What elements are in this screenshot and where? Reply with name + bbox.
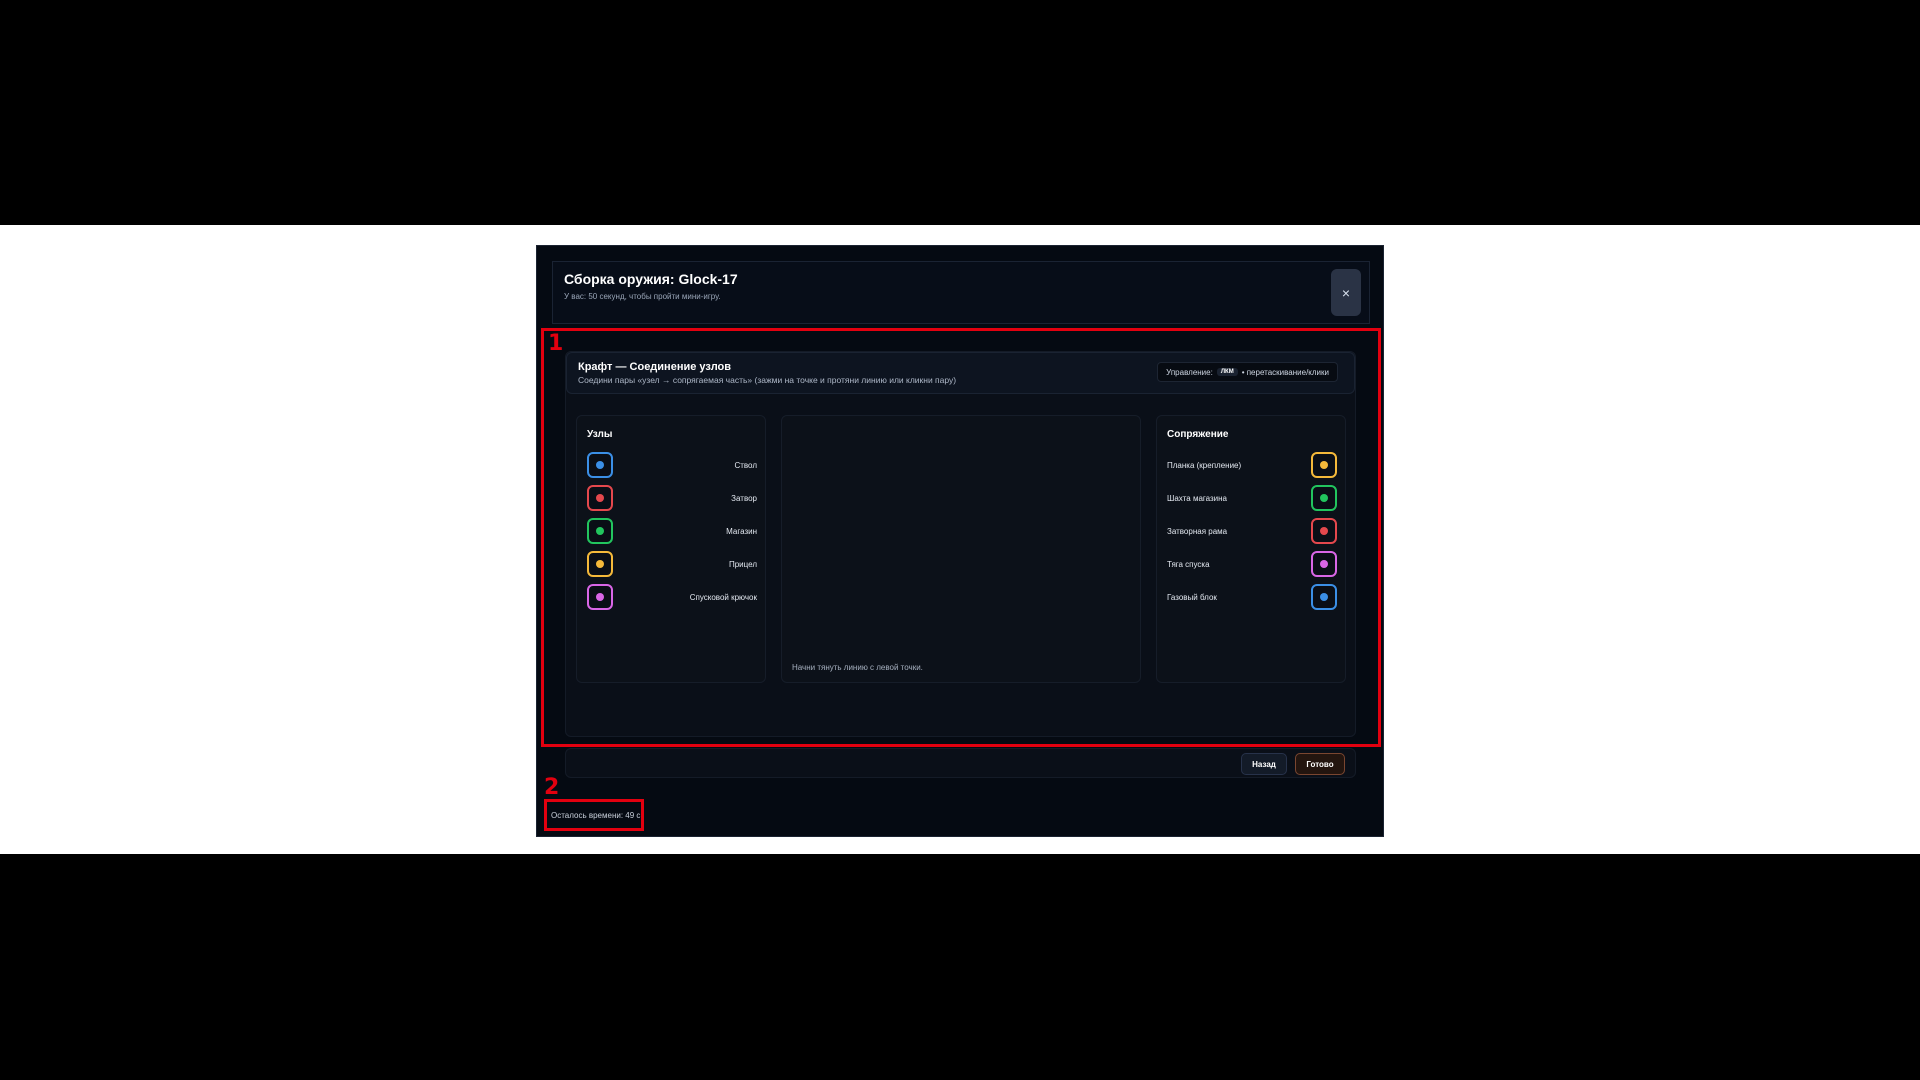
close-icon: × [1341, 284, 1351, 301]
annotation-box-2 [544, 799, 644, 831]
annotation-label-1: 1 [548, 331, 564, 356]
annotation-box-1 [541, 328, 1381, 747]
back-button[interactable]: Назад [1241, 753, 1287, 775]
window-title: Сборка оружия: Glock-17 [564, 271, 738, 287]
window-header: Сборка оружия: Glock-17 У вас: 50 секунд… [552, 261, 1370, 324]
action-footer: Назад Готово [565, 748, 1356, 778]
close-button[interactable]: × [1331, 269, 1361, 316]
done-button[interactable]: Готово [1295, 753, 1345, 775]
annotation-label-2: 2 [544, 775, 560, 800]
minigame-window: Сборка оружия: Glock-17 У вас: 50 секунд… [536, 245, 1384, 837]
window-subtitle: У вас: 50 секунд, чтобы пройти мини-игру… [564, 292, 721, 301]
